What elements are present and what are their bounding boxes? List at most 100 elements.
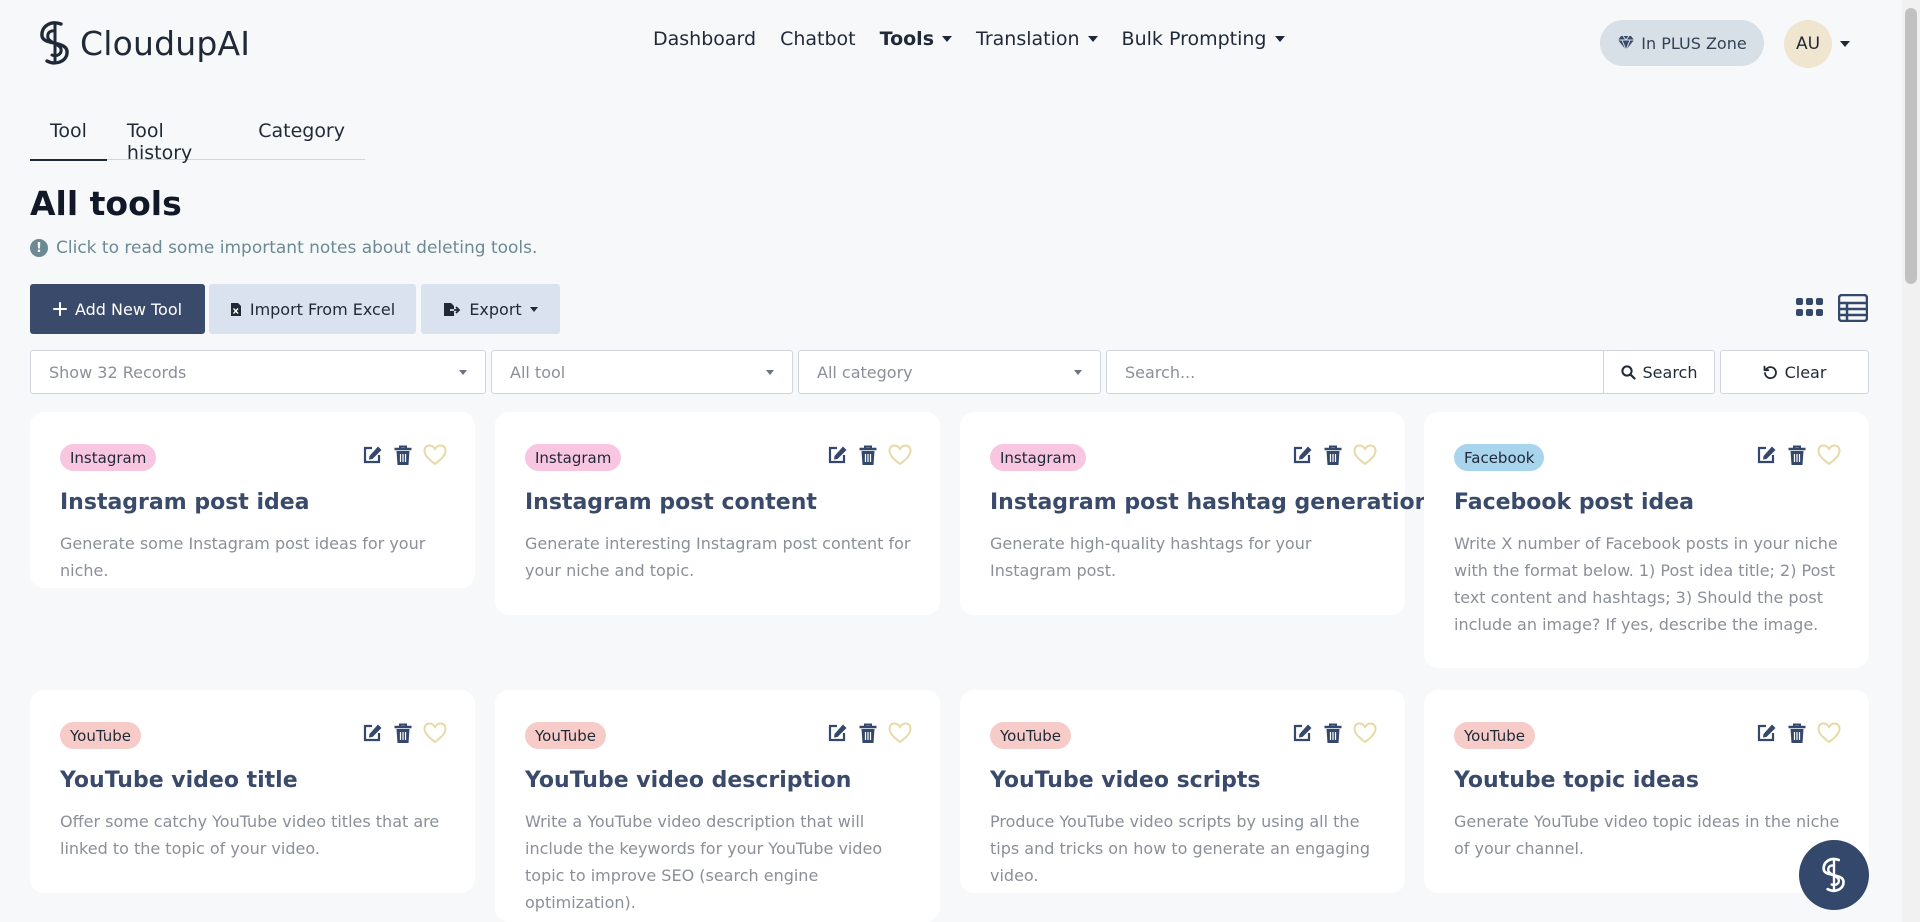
plus-zone-label: In PLUS Zone [1641,33,1747,53]
category-badge: Facebook [1454,444,1545,471]
tool-title[interactable]: Youtube topic ideas [1454,768,1699,793]
tool-filter-select[interactable]: All tool [491,350,793,394]
tool-title[interactable]: Instagram post idea [60,490,310,515]
trash-icon[interactable] [393,445,413,466]
category-badge: Instagram [990,444,1087,471]
export-dropdown-button[interactable]: Export [421,284,560,334]
card-actions [1292,444,1377,466]
category-filter-value: All category [817,362,913,382]
notice-text: Click to read some important notes about… [56,238,538,258]
page-title: All tools [30,184,182,223]
brand-logo[interactable]: CloudupAI [36,18,250,68]
tool-title[interactable]: YouTube video title [60,768,298,793]
trash-icon[interactable] [858,723,878,744]
add-new-tool-button[interactable]: Add New Tool [30,284,205,334]
edit-icon[interactable] [1756,723,1777,743]
caret-down-icon [1274,36,1285,42]
nav-item-chatbot[interactable]: Chatbot [780,28,856,50]
nav-item-label: Bulk Prompting [1121,28,1267,50]
heart-icon[interactable] [423,722,447,744]
trash-icon[interactable] [1323,445,1343,466]
nav-item-tools[interactable]: Tools [880,28,953,50]
edit-icon[interactable] [362,723,383,743]
records-select-value: Show 32 Records [49,362,187,382]
tool-title[interactable]: Instagram post content [525,490,817,515]
nav-item-translation[interactable]: Translation [976,28,1098,50]
category-filter-select[interactable]: All category [798,350,1101,394]
plus-zone-button[interactable]: In PLUS Zone [1600,20,1764,66]
search-button-label: Search [1642,362,1698,382]
page-scrollbar[interactable] [1902,0,1920,922]
caret-down-icon [1087,36,1098,42]
caret-down-icon [942,36,953,42]
trash-icon[interactable] [1787,723,1807,744]
tool-description: Offer some catchy YouTube video titles t… [60,812,440,858]
delete-notes-link[interactable]: ! Click to read some important notes abo… [30,238,537,258]
brand-name: CloudupAI [80,23,251,63]
card-actions [362,444,447,466]
scrollbar-thumb[interactable] [1905,8,1917,284]
tool-title[interactable]: YouTube video scripts [990,768,1260,793]
edit-icon[interactable] [827,445,848,465]
tool-card[interactable]: YouTube YouTube video description Write … [495,690,940,922]
heart-icon[interactable] [1353,444,1377,466]
tool-title[interactable]: Facebook post idea [1454,490,1694,515]
caret-down-icon [1074,369,1082,375]
tab-tool[interactable]: Tool [30,108,107,161]
avatar[interactable]: AU [1784,20,1832,68]
tool-card[interactable]: Instagram Instagram post idea Generate s… [30,412,475,588]
heart-icon[interactable] [1817,444,1841,466]
edit-icon[interactable] [362,445,383,465]
nav-item-dashboard[interactable]: Dashboard [653,28,756,50]
tab-tool-history[interactable]: Tool history [107,108,238,164]
tool-description: Generate high-quality hashtags for your … [990,534,1312,580]
plus-icon [52,302,67,316]
card-actions [1292,722,1377,744]
heart-icon[interactable] [1353,722,1377,744]
import-excel-button[interactable]: Import From Excel [209,284,416,334]
trash-icon[interactable] [1323,723,1343,744]
edit-icon[interactable] [827,723,848,743]
edit-icon[interactable] [1292,723,1313,743]
tool-card[interactable]: Instagram Instagram post content Generat… [495,412,940,615]
tool-card[interactable]: Instagram Instagram post hashtag generat… [960,412,1430,615]
user-menu[interactable]: AU [1784,20,1850,68]
card-actions [1756,722,1841,744]
search-input[interactable] [1106,350,1604,394]
tool-description: Write a YouTube video description that w… [525,812,883,912]
list-view-icon[interactable] [1838,294,1868,322]
cloudupai-logo-icon [1822,857,1845,893]
caret-down-icon [1840,41,1850,47]
file-export-icon [444,302,461,316]
grid-view-icon[interactable] [1796,296,1824,320]
card-actions [1756,444,1841,466]
heart-icon[interactable] [1817,722,1841,744]
edit-icon[interactable] [1292,445,1313,465]
diamond-icon [1618,35,1635,51]
tool-title[interactable]: Instagram post hashtag generation [990,490,1430,515]
tool-card[interactable]: Facebook Facebook post idea Write X numb… [1424,412,1869,668]
records-select[interactable]: Show 32 Records [30,350,486,394]
nav-item-bulk-prompting[interactable]: Bulk Prompting [1122,28,1285,50]
avatar-initials: AU [1795,34,1821,54]
card-actions [827,722,912,744]
heart-icon[interactable] [888,444,912,466]
card-actions [362,722,447,744]
add-new-tool-label: Add New Tool [74,299,183,319]
clear-button[interactable]: Clear [1720,350,1869,394]
chat-assistant-button[interactable] [1799,840,1869,910]
search-button[interactable]: Search [1603,350,1715,394]
tool-card[interactable]: YouTube YouTube video scripts Produce Yo… [960,690,1405,893]
trash-icon[interactable] [393,723,413,744]
heart-icon[interactable] [423,444,447,466]
trash-icon[interactable] [858,445,878,466]
trash-icon[interactable] [1787,445,1807,466]
heart-icon[interactable] [888,722,912,744]
export-label: Export [469,299,522,319]
tool-card[interactable]: YouTube YouTube video title Offer some c… [30,690,475,893]
edit-icon[interactable] [1756,445,1777,465]
tool-description: Produce YouTube video scripts by using a… [990,812,1370,885]
tool-title[interactable]: YouTube video description [525,768,851,793]
category-badge: Instagram [525,444,622,471]
tab-category[interactable]: Category [238,108,365,159]
